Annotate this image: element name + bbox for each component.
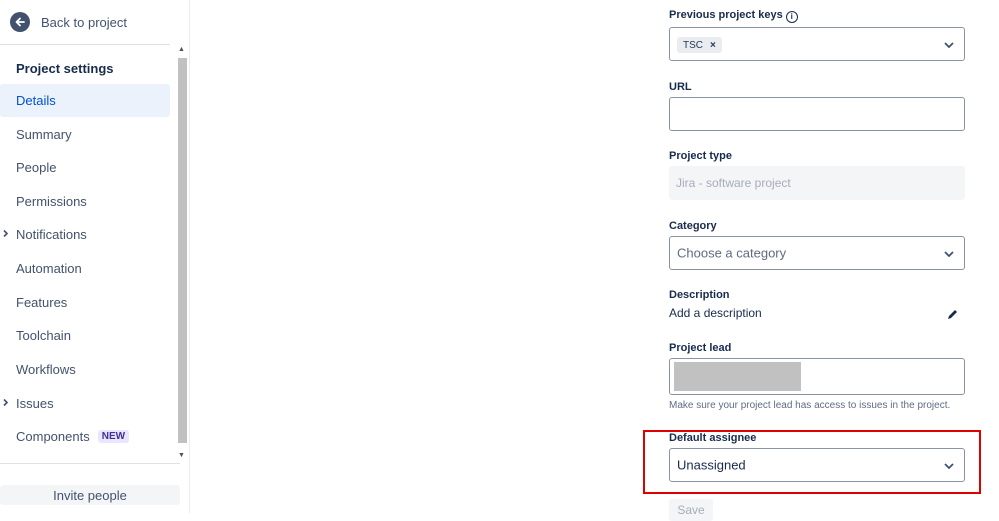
sidebar-item-automation[interactable]: Automation bbox=[0, 252, 170, 285]
description-editor[interactable]: Add a description bbox=[669, 306, 762, 320]
chevron-right-icon[interactable] bbox=[3, 398, 9, 409]
sidebar-item-summary[interactable]: Summary bbox=[0, 118, 170, 151]
project-type-field: Jira - software project bbox=[669, 166, 965, 200]
scroll-up-arrow-icon[interactable]: ▲ bbox=[178, 46, 185, 53]
sidebar-item-label: Automation bbox=[16, 261, 82, 276]
sidebar-item-toolchain[interactable]: Toolchain bbox=[0, 319, 170, 352]
chevron-down-icon[interactable] bbox=[944, 244, 954, 262]
project-lead-picker[interactable] bbox=[669, 358, 965, 395]
category-label: Category bbox=[669, 220, 717, 232]
new-badge: NEW bbox=[97, 430, 130, 443]
sidebar-item-label: Permissions bbox=[16, 194, 87, 209]
project-lead-label: Project lead bbox=[669, 342, 732, 354]
sidebar-divider bbox=[0, 44, 170, 45]
scrollbar-thumb[interactable] bbox=[178, 58, 187, 443]
chevron-down-icon[interactable] bbox=[944, 35, 954, 53]
sidebar-scrollbar[interactable]: ▲ ▼ bbox=[176, 44, 190, 464]
back-to-project-link[interactable]: Back to project bbox=[10, 10, 127, 34]
previous-project-keys-label-text: Previous project keys bbox=[669, 9, 783, 21]
sidebar-item-label: Features bbox=[16, 295, 68, 310]
sidebar-item-components[interactable]: Components NEW bbox=[0, 420, 170, 453]
project-settings-sidebar: Back to project Project settings Details… bbox=[0, 0, 190, 513]
sidebar-item-workflows[interactable]: Workflows bbox=[0, 353, 170, 386]
sidebar-item-label: Summary bbox=[16, 127, 72, 142]
sidebar-item-label: Workflows bbox=[16, 362, 76, 377]
chevron-down-icon[interactable] bbox=[944, 456, 954, 474]
sidebar-item-label: Issues bbox=[16, 396, 54, 411]
previous-project-keys-select[interactable]: TSC × bbox=[669, 27, 965, 61]
default-assignee-select[interactable]: Unassigned bbox=[669, 448, 965, 482]
url-input[interactable] bbox=[669, 97, 965, 131]
sidebar-item-label: Details bbox=[16, 93, 56, 108]
chevron-right-icon[interactable] bbox=[3, 229, 9, 240]
save-button[interactable]: Save bbox=[669, 499, 713, 521]
sidebar-item-permissions[interactable]: Permissions bbox=[0, 185, 170, 218]
project-type-label: Project type bbox=[669, 150, 732, 162]
sidebar-item-notifications[interactable]: Notifications bbox=[0, 218, 170, 251]
default-assignee-label: Default assignee bbox=[669, 432, 757, 444]
category-select[interactable]: Choose a category bbox=[669, 236, 965, 270]
info-icon[interactable]: i bbox=[785, 11, 798, 23]
pencil-icon[interactable] bbox=[947, 307, 958, 325]
arrow-left-icon bbox=[10, 12, 30, 32]
previous-project-keys-label: Previous project keys i bbox=[669, 9, 798, 23]
sidebar-item-details[interactable]: Details bbox=[0, 84, 170, 117]
remove-tag-icon[interactable]: × bbox=[710, 40, 716, 51]
url-label: URL bbox=[669, 81, 692, 93]
sidebar-section-title: Project settings bbox=[16, 61, 114, 76]
sidebar-item-label: Components bbox=[16, 429, 90, 444]
sidebar-item-label: People bbox=[16, 160, 57, 175]
project-key-tag: TSC × bbox=[677, 37, 722, 53]
sidebar-item-issues[interactable]: Issues bbox=[0, 387, 170, 420]
project-type-value: Jira - software project bbox=[676, 176, 791, 190]
project-lead-help-text: Make sure your project lead has access t… bbox=[669, 400, 951, 411]
sidebar-divider bbox=[0, 463, 180, 464]
scroll-down-arrow-icon[interactable]: ▼ bbox=[178, 452, 185, 459]
sidebar-item-features[interactable]: Features bbox=[0, 286, 170, 319]
project-lead-avatar bbox=[674, 362, 801, 391]
sidebar-item-label: Toolchain bbox=[16, 328, 71, 343]
sidebar-item-label: Notifications bbox=[16, 227, 87, 242]
description-label: Description bbox=[669, 289, 730, 301]
project-key-tag-label: TSC bbox=[683, 39, 703, 51]
sidebar-item-people[interactable]: People bbox=[0, 151, 170, 184]
default-assignee-value: Unassigned bbox=[677, 457, 746, 473]
invite-people-button[interactable]: Invite people bbox=[0, 485, 180, 505]
back-to-project-label: Back to project bbox=[41, 14, 127, 30]
category-placeholder: Choose a category bbox=[677, 245, 787, 261]
